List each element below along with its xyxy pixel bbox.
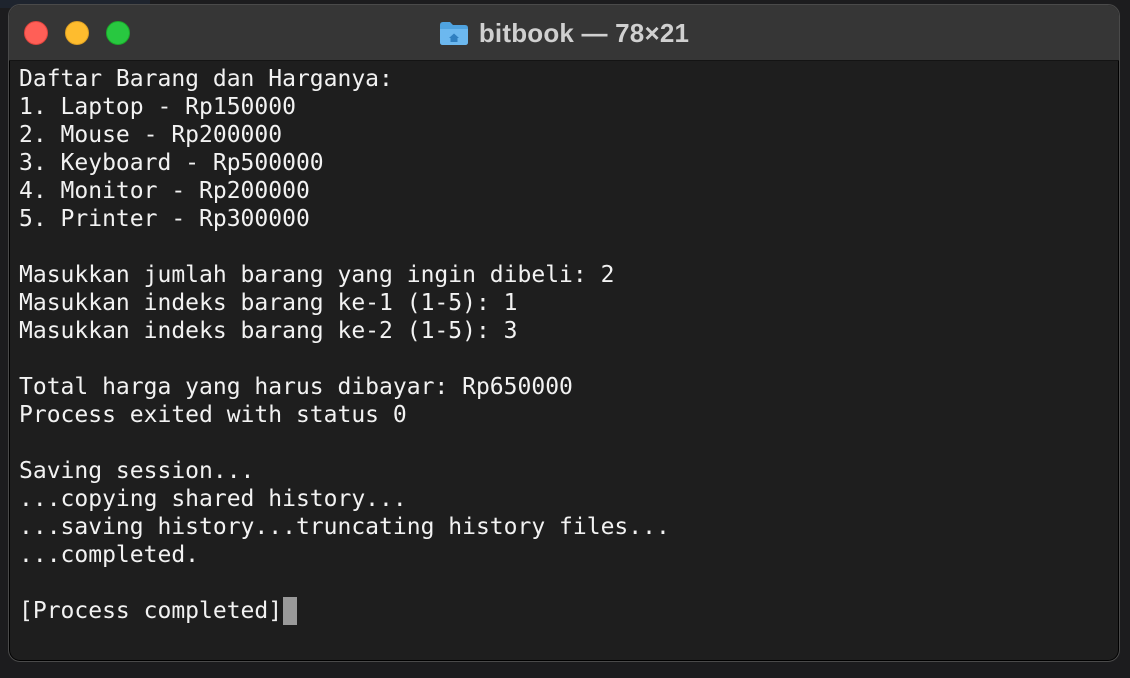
terminal-line-text: Masukkan jumlah barang yang ingin dibeli… xyxy=(19,262,615,288)
terminal-line: Masukkan jumlah barang yang ingin dibeli… xyxy=(19,261,1109,289)
terminal-line-text: ...saving history...truncating history f… xyxy=(19,514,670,540)
terminal-line-text: 2. Mouse - Rp200000 xyxy=(19,122,283,148)
terminal-line-text: Masukkan indeks barang ke-1 (1-5): 1 xyxy=(19,290,518,316)
terminal-line: ...saving history...truncating history f… xyxy=(19,513,1109,541)
terminal-line-text: [Process completed] xyxy=(19,598,283,624)
text-cursor xyxy=(283,597,298,625)
terminal-line: 4. Monitor - Rp200000 xyxy=(19,177,1109,205)
window-title: bitbook — 78×21 xyxy=(478,17,690,48)
terminal-line: Masukkan indeks barang ke-1 (1-5): 1 xyxy=(19,289,1109,317)
terminal-line: 3. Keyboard - Rp500000 xyxy=(19,149,1109,177)
terminal-line-text: 3. Keyboard - Rp500000 xyxy=(19,150,324,176)
terminal-window[interactable]: bitbook — 78×21 Daftar Barang dan Hargan… xyxy=(8,4,1120,662)
terminal-line: 2. Mouse - Rp200000 xyxy=(19,121,1109,149)
terminal-line: ...copying shared history... xyxy=(19,485,1109,513)
window-title-group: bitbook — 78×21 xyxy=(9,5,1119,61)
terminal-line-text: 4. Monitor - Rp200000 xyxy=(19,178,310,204)
terminal-line: Total harga yang harus dibayar: Rp650000 xyxy=(19,373,1109,401)
home-folder-icon xyxy=(439,20,469,46)
terminal-line: [Process completed] xyxy=(19,597,1109,625)
terminal-output[interactable]: Daftar Barang dan Harganya: 1. Laptop - R… xyxy=(19,65,1109,655)
terminal-line: 1. Laptop - Rp150000 xyxy=(19,93,1109,121)
terminal-line: 5. Printer - Rp300000 xyxy=(19,205,1109,233)
terminal-line-text: Total harga yang harus dibayar: Rp650000 xyxy=(19,374,573,400)
title-bar[interactable]: bitbook — 78×21 xyxy=(9,5,1119,61)
terminal-line-text: ...completed. xyxy=(19,542,200,568)
terminal-line-text: 5. Printer - Rp300000 xyxy=(19,206,310,232)
terminal-line: Saving session... xyxy=(19,457,1109,485)
terminal-line-text: ...copying shared history... xyxy=(19,486,407,512)
terminal-line: Daftar Barang dan Harganya: xyxy=(19,65,1109,93)
terminal-line-text: Daftar Barang dan Harganya: xyxy=(19,66,393,92)
terminal-line: ...completed. xyxy=(19,541,1109,569)
terminal-line: Masukkan indeks barang ke-2 (1-5): 3 xyxy=(19,317,1109,345)
terminal-line-text: Saving session... xyxy=(19,458,255,484)
terminal-line-text: Masukkan indeks barang ke-2 (1-5): 3 xyxy=(19,318,518,344)
terminal-line-text: Process exited with status 0 xyxy=(19,402,407,428)
terminal-line-text: 1. Laptop - Rp150000 xyxy=(19,94,296,120)
terminal-line: Process exited with status 0 xyxy=(19,401,1109,429)
